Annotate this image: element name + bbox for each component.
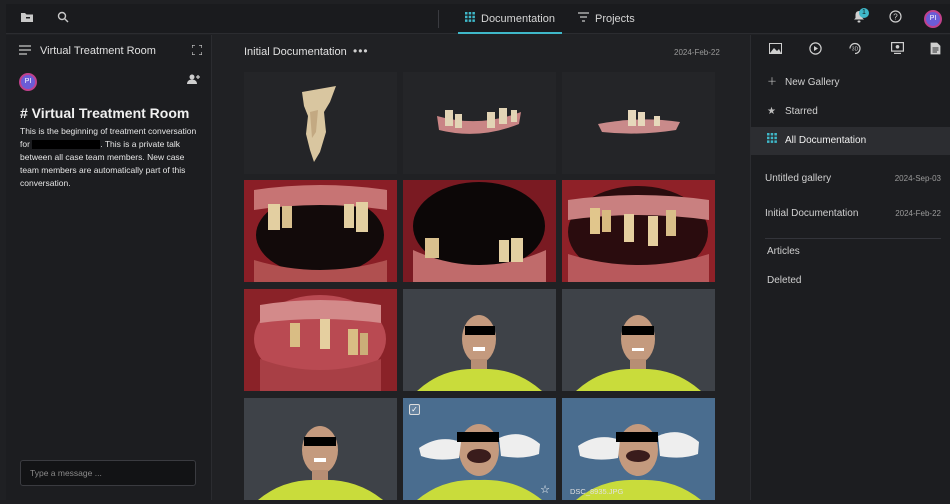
gallery-name: Untitled gallery [765,173,832,184]
help-icon[interactable]: ? [886,10,904,28]
document-icon[interactable] [927,42,943,58]
select-checkbox[interactable]: ✓ [409,404,420,415]
photo-filename: DSC_8935.JPG [570,487,624,496]
photo-grid: ✓ ☆ DSC_8935.JPG [244,72,717,500]
starred-link[interactable]: ★ Starred [751,98,950,126]
grid-icon [465,4,475,34]
chat-member-avatar[interactable]: PI [19,73,37,91]
chat-panel: Virtual Treatment Room PI # Virtual Trea… [6,35,212,500]
gallery-item-initial-documentation[interactable]: Initial Documentation 2024-Feb-22 [751,201,950,227]
photo-tile[interactable] [244,180,397,282]
svg-text:?: ? [893,13,898,22]
articles-label: Articles [767,246,800,257]
redaction-bar [616,432,658,442]
gallery-sidebar: 3D ＋ New Gallery ★ Starred All Documentati… [750,35,950,500]
filter-icon [578,4,589,34]
photo-tile[interactable] [562,180,715,282]
star-filled-icon: ★ [767,106,776,117]
photo-tile[interactable] [244,289,397,391]
more-options-icon[interactable]: ••• [353,44,369,58]
redaction-bar [622,326,654,335]
add-member-icon[interactable] [184,72,202,90]
photo-tile[interactable]: ✓ ☆ [403,398,556,500]
photo-tile[interactable] [403,72,556,174]
star-icon[interactable]: ☆ [540,483,550,496]
new-gallery-button[interactable]: ＋ New Gallery [751,69,950,97]
topbar-divider [438,10,439,28]
tab-documentation-label: Documentation [481,13,555,25]
svg-text:3D: 3D [852,47,859,53]
gallery-item-date: 2024-Sep-03 [894,174,941,183]
deleted-label: Deleted [767,275,802,286]
play-icon[interactable] [807,42,823,58]
message-input[interactable]: Type a message ... [20,460,196,486]
3d-icon[interactable]: 3D [847,42,863,58]
top-bar: Documentation Projects 1 ? PI [6,4,950,34]
expand-icon[interactable] [188,42,206,60]
plus-icon: ＋ [767,77,777,88]
new-gallery-label: New Gallery [785,77,840,88]
photo-tile[interactable] [403,180,556,282]
image-icon[interactable] [767,42,783,58]
all-documentation-label: All Documentation [785,135,867,146]
redaction-bar [465,326,495,335]
starred-label: Starred [785,106,818,117]
folder-icon[interactable] [18,10,36,28]
media-toolbar: 3D [751,35,950,65]
tab-projects-label: Projects [595,13,635,25]
all-documentation-link[interactable]: All Documentation [751,127,950,155]
menu-icon[interactable] [16,42,34,60]
articles-link[interactable]: Articles [751,239,950,265]
grid-icon [767,127,781,155]
photo-tile[interactable] [562,72,715,174]
search-icon[interactable] [54,10,72,28]
app-window: Documentation Projects 1 ? PI Virtual Tr… [6,4,950,500]
notification-badge: 1 [859,8,869,18]
photo-tile[interactable] [244,72,397,174]
chat-heading: # Virtual Treatment Room [20,105,190,121]
gallery-item-untitled[interactable]: Untitled gallery 2024-Sep-03 [751,166,950,192]
presentation-icon[interactable] [889,42,905,58]
user-avatar[interactable]: PI [924,10,942,28]
gallery-name: Initial Documentation [765,208,859,219]
photo-tile[interactable]: DSC_8935.JPG [562,398,715,500]
photo-tile[interactable] [403,289,556,391]
gallery-item-date: 2024-Feb-22 [895,209,941,218]
photo-tile[interactable] [562,289,715,391]
tab-documentation[interactable]: Documentation [458,4,562,34]
tab-projects[interactable]: Projects [578,4,648,34]
gallery-title: Initial Documentation [244,46,347,58]
redaction-bar [304,437,336,446]
photo-tile[interactable] [244,398,397,500]
deleted-link[interactable]: Deleted [751,268,950,294]
redaction-bar [457,432,499,442]
chat-title: Virtual Treatment Room [40,45,156,57]
redaction-box [32,140,101,150]
gallery-date: 2024-Feb-22 [674,48,720,57]
chat-intro-text: This is the beginning of treatment conve… [20,125,204,190]
